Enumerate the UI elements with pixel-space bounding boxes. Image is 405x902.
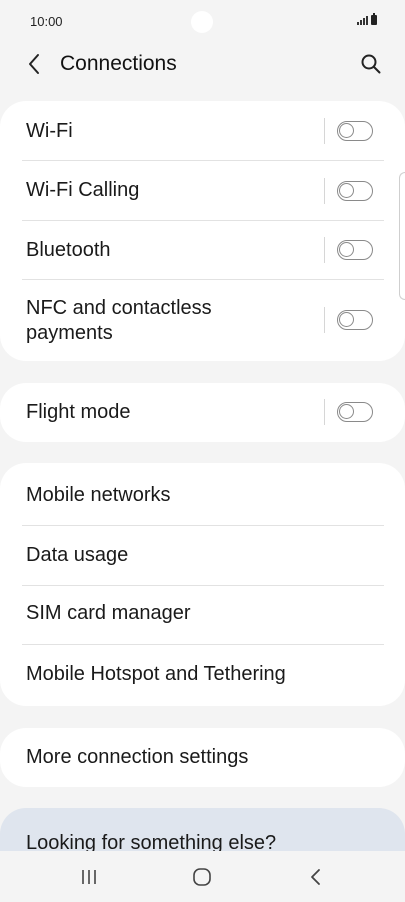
- separator: [324, 237, 325, 263]
- header: Connections: [0, 40, 405, 88]
- search-button[interactable]: [357, 50, 385, 78]
- wifi-label: Wi-Fi: [26, 120, 73, 142]
- flight-mode-row[interactable]: Flight mode: [0, 383, 405, 442]
- separator: [324, 178, 325, 204]
- separator: [324, 307, 325, 333]
- wifi-calling-row[interactable]: Wi-Fi Calling: [0, 161, 405, 221]
- signal-icon: [357, 15, 368, 25]
- sim-card-manager-row[interactable]: SIM card manager: [0, 586, 405, 644]
- bluetooth-toggle[interactable]: [337, 240, 373, 260]
- nfc-label-line2: payments: [26, 322, 113, 344]
- toggle-settings-card: Wi-Fi Wi-Fi Calling Bluetooth NFC and co…: [0, 101, 405, 361]
- sim-card-manager-label: SIM card manager: [26, 602, 191, 624]
- status-bar: 10:00: [0, 0, 405, 44]
- back-button[interactable]: [20, 50, 48, 78]
- search-icon: [361, 54, 381, 74]
- data-usage-label: Data usage: [26, 544, 129, 566]
- battery-icon: [371, 13, 377, 25]
- bluetooth-row[interactable]: Bluetooth: [0, 221, 405, 280]
- navigation-bar: [0, 851, 405, 902]
- flight-mode-label: Flight mode: [26, 401, 131, 423]
- home-button[interactable]: [188, 865, 216, 889]
- bluetooth-label: Bluetooth: [26, 239, 111, 261]
- more-settings-card: More connection settings: [0, 728, 405, 787]
- page-title: Connections: [60, 52, 177, 75]
- mobile-networks-label: Mobile networks: [26, 484, 171, 506]
- home-icon: [193, 868, 211, 886]
- chevron-left-icon: [29, 54, 39, 74]
- nav-back-button[interactable]: [302, 865, 330, 889]
- back-icon: [311, 869, 320, 885]
- more-connection-settings-row[interactable]: More connection settings: [0, 728, 405, 787]
- scroll-indicator[interactable]: [399, 172, 405, 300]
- mobile-networks-row[interactable]: Mobile networks: [0, 463, 405, 525]
- mobile-hotspot-label: Mobile Hotspot and Tethering: [26, 663, 286, 685]
- nfc-label-line1: NFC and contactless: [26, 297, 212, 319]
- status-time: 10:00: [30, 14, 63, 29]
- flight-mode-toggle[interactable]: [337, 402, 373, 422]
- status-icons: [357, 13, 377, 25]
- camera-cutout: [191, 11, 213, 33]
- more-connection-settings-label: More connection settings: [26, 746, 249, 768]
- recents-icon: [82, 870, 96, 884]
- separator: [324, 399, 325, 425]
- data-usage-row[interactable]: Data usage: [0, 526, 405, 585]
- nfc-row[interactable]: NFC and contactless payments: [0, 280, 405, 361]
- wifi-row[interactable]: Wi-Fi: [0, 101, 405, 161]
- mobile-hotspot-row[interactable]: Mobile Hotspot and Tethering: [0, 645, 405, 706]
- wifi-calling-label: Wi-Fi Calling: [26, 179, 140, 201]
- network-settings-card: Mobile networks Data usage SIM card mana…: [0, 463, 405, 706]
- separator: [324, 118, 325, 144]
- wifi-calling-toggle[interactable]: [337, 181, 373, 201]
- recents-button[interactable]: [75, 865, 103, 889]
- nfc-toggle[interactable]: [337, 310, 373, 330]
- wifi-toggle[interactable]: [337, 121, 373, 141]
- flight-mode-card: Flight mode: [0, 383, 405, 442]
